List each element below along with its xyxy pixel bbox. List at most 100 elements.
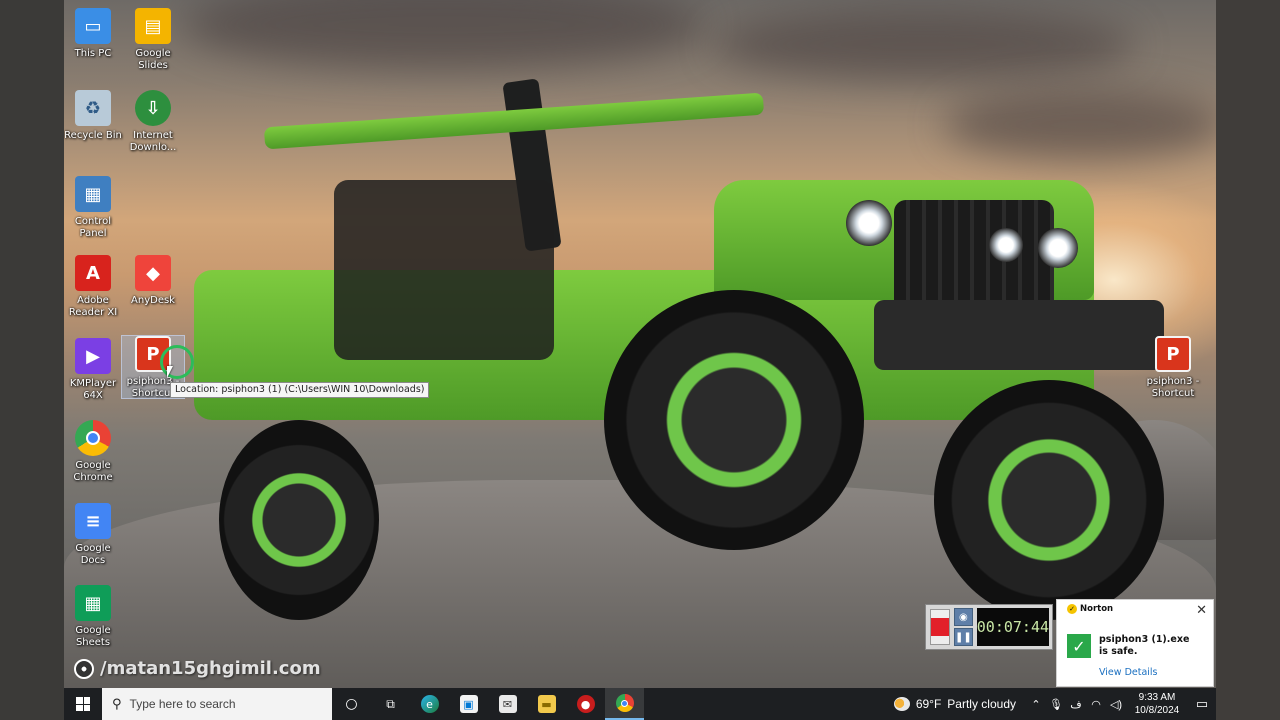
- start-button[interactable]: [64, 688, 102, 720]
- desktop-icon-label: Google Sheets: [75, 625, 111, 648]
- speaker-icon[interactable]: ◁): [1106, 698, 1126, 711]
- windows-logo-icon: [76, 697, 90, 711]
- keyboard-language[interactable]: ف: [1066, 698, 1086, 711]
- desktop-icon-label: Google Slides: [135, 48, 171, 71]
- task-view-icon: ⧉: [386, 696, 395, 711]
- close-icon[interactable]: ✕: [1196, 603, 1207, 618]
- desktop-icon-anydesk[interactable]: ◆ AnyDesk: [122, 255, 184, 307]
- jeep-rear-tire: [219, 420, 379, 620]
- click-indicator: [160, 345, 194, 379]
- computer-icon: ▭: [75, 8, 111, 44]
- jeep-image: [134, 60, 1174, 620]
- taskbar-file-explorer[interactable]: ▬: [527, 688, 566, 720]
- norton-notification: ✓ Norton ✕ ✓ psiphon3 (1).exe is safe. V…: [1056, 599, 1214, 687]
- folder-icon: ▬: [537, 695, 556, 713]
- desktop-icon-psiphon-right[interactable]: P psiphon3 - Shortcut: [1142, 336, 1204, 400]
- weather-condition: Partly cloudy: [947, 697, 1016, 711]
- stop-icon: [931, 618, 949, 636]
- search-placeholder: Type here to search: [129, 697, 236, 711]
- letterbox-right: [1216, 0, 1280, 720]
- desktop-icon-google-docs[interactable]: ≡ Google Docs: [64, 503, 124, 567]
- desktop-icon-google-chrome[interactable]: Google Chrome: [64, 420, 124, 484]
- desktop-icon-label: KMPlayer 64X: [69, 378, 117, 401]
- microphone-icon[interactable]: 🎙: [1046, 698, 1066, 711]
- record-stop-button[interactable]: [930, 609, 950, 645]
- taskbar-recorder[interactable]: ●: [566, 688, 605, 720]
- taskbar-edge[interactable]: e: [410, 688, 449, 720]
- cortana-button[interactable]: ○: [332, 688, 371, 720]
- task-view-button[interactable]: ⧉: [371, 688, 410, 720]
- norton-brand-name: Norton: [1080, 604, 1114, 614]
- chrome-icon: [75, 420, 111, 456]
- jeep-headlight: [846, 200, 892, 246]
- view-details-link[interactable]: View Details: [1099, 667, 1158, 678]
- desktop-icon-label: Google Chrome: [73, 460, 113, 483]
- norton-message-filename: psiphon3 (1).exe: [1099, 634, 1190, 645]
- mail-icon: ✉: [498, 695, 517, 713]
- system-tray: 69°F Partly cloudy ⌃ 🎙 ف ◠ ◁) 9:33 AM 10…: [884, 688, 1216, 720]
- chrome-icon: [615, 694, 634, 712]
- desktop-icon-control-panel[interactable]: ▦ Control Panel: [64, 176, 124, 240]
- desktop-wallpaper[interactable]: ▭ This PC ▤ Google Slides ♻ Recycle Bin …: [64, 0, 1216, 688]
- edge-icon: e: [420, 695, 439, 713]
- control-panel-icon: ▦: [75, 176, 111, 212]
- mouse-cursor: [167, 366, 173, 378]
- desktop-icon-label: Google Docs: [75, 543, 111, 566]
- desktop-icon-label: This PC: [74, 48, 112, 59]
- recorder-controls: ◉ ❚❚: [954, 608, 973, 646]
- globe-download-icon: ⇩: [135, 90, 171, 126]
- clock-time: 9:33 AM: [1138, 692, 1176, 703]
- jeep-headlight: [1038, 228, 1078, 268]
- search-icon: ⚲: [112, 696, 122, 712]
- desktop-icon-label: Adobe Reader XI: [68, 295, 118, 318]
- taskbar: ⚲ Type here to search ○ ⧉ e ▣ ✉ ▬ ● 69°F…: [64, 688, 1216, 720]
- sheets-icon: ▦: [75, 585, 111, 621]
- jeep-far-tire: [934, 380, 1164, 620]
- pause-icon[interactable]: ❚❚: [954, 628, 973, 646]
- desktop-icon-label: Recycle Bin: [64, 130, 122, 141]
- store-icon: ▣: [459, 695, 478, 713]
- letterbox-left: [0, 0, 64, 720]
- camera-icon[interactable]: ◉: [954, 608, 973, 626]
- weather-temperature: 69°F: [915, 697, 942, 711]
- slides-icon: ▤: [135, 8, 171, 44]
- film-reel-icon: [74, 658, 94, 679]
- taskbar-mail[interactable]: ✉: [488, 688, 527, 720]
- anydesk-icon: ◆: [135, 255, 171, 291]
- jeep-seats: [334, 180, 554, 360]
- desktop-icon-kmplayer[interactable]: ▶ KMPlayer 64X: [64, 338, 124, 402]
- recycle-bin-icon: ♻: [75, 90, 111, 126]
- play-icon: ▶: [75, 338, 111, 374]
- watermark-text: /matan15ghgimil.com: [100, 658, 321, 679]
- recording-timer: 00:07:44: [976, 608, 1050, 646]
- desktop-icon-recycle-bin[interactable]: ♻ Recycle Bin: [64, 90, 124, 142]
- desktop-icon-label: Control Panel: [74, 216, 112, 239]
- desktop-icon-label: AnyDesk: [131, 295, 175, 306]
- psiphon-icon: P: [1155, 336, 1191, 372]
- desktop-icon-this-pc[interactable]: ▭ This PC: [64, 8, 124, 60]
- desktop-icon-google-sheets[interactable]: ▦ Google Sheets: [64, 585, 124, 649]
- notification-center-icon[interactable]: ▭: [1188, 696, 1216, 712]
- pdf-icon: A: [75, 255, 111, 291]
- cortana-icon: ○: [345, 696, 358, 712]
- taskbar-clock[interactable]: 9:33 AM 10/8/2024: [1126, 691, 1188, 717]
- network-icon[interactable]: ◠: [1086, 698, 1106, 711]
- desktop-icon-adobe-reader[interactable]: A Adobe Reader XI: [64, 255, 124, 319]
- watermark: /matan15ghgimil.com: [74, 658, 321, 679]
- weather-widget[interactable]: 69°F Partly cloudy: [884, 697, 1026, 711]
- desktop-icon-internet-download[interactable]: ⇩ Internet Downlo...: [122, 90, 184, 154]
- clock-date: 10/8/2024: [1134, 705, 1180, 716]
- taskbar-store[interactable]: ▣: [449, 688, 488, 720]
- desktop-icon-google-slides[interactable]: ▤ Google Slides: [122, 8, 184, 72]
- desktop-icon-label: Internet Downlo...: [129, 130, 177, 153]
- jeep-bumper: [874, 300, 1164, 370]
- desktop-icon-label: psiphon3 - Shortcut: [1146, 376, 1200, 399]
- norton-message: psiphon3 (1).exe is safe.: [1099, 634, 1189, 658]
- norton-brand: ✓ Norton: [1067, 604, 1113, 614]
- record-app-icon: ●: [576, 695, 595, 713]
- chevron-up-icon[interactable]: ⌃: [1026, 698, 1046, 711]
- screen: ▭ This PC ▤ Google Slides ♻ Recycle Bin …: [0, 0, 1280, 720]
- taskbar-chrome[interactable]: [605, 688, 644, 720]
- taskbar-search-box[interactable]: ⚲ Type here to search: [102, 688, 332, 720]
- tooltip: Location: psiphon3 (1) (C:\Users\WIN 10\…: [170, 382, 430, 398]
